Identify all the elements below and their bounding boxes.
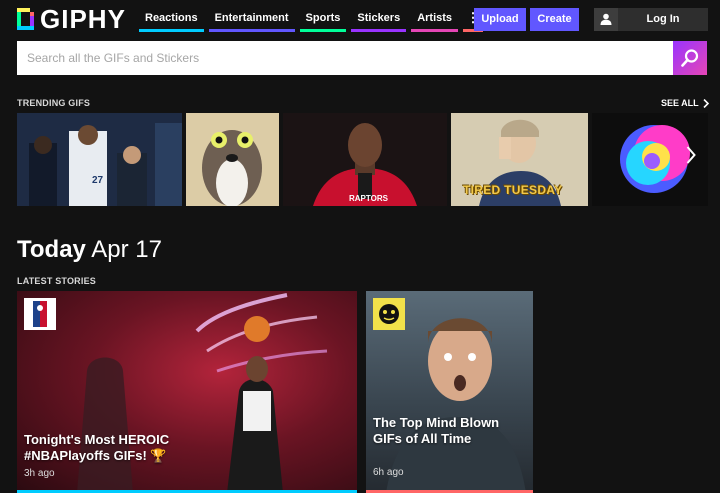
nba-logo-icon <box>24 298 56 330</box>
trending-gif[interactable]: 27 <box>17 113 182 206</box>
nav-stickers[interactable]: Stickers <box>351 8 407 32</box>
see-all-link[interactable]: SEE ALL <box>661 98 709 108</box>
trending-gif[interactable]: TIRED TUESDAY <box>451 113 588 206</box>
user-icon <box>594 8 618 31</box>
story-time: 3h ago <box>24 468 55 479</box>
today-label: Today <box>17 236 86 263</box>
latest-stories-label: LATEST STORIES <box>17 276 96 286</box>
search-input[interactable] <box>17 41 673 75</box>
trending-gif[interactable] <box>186 113 279 206</box>
story-time: 6h ago <box>373 467 404 478</box>
publisher-avatar-icon <box>373 298 405 330</box>
nav-label: Sports <box>305 12 341 24</box>
gif-image <box>186 113 279 206</box>
today-heading: Today Apr 17 <box>17 236 162 264</box>
nav-label: Entertainment <box>214 12 289 24</box>
login-label: Log In <box>646 13 680 25</box>
story-card[interactable]: Tonight's Most HEROIC #NBAPlayoffs GIFs!… <box>17 291 357 493</box>
nav-label: Reactions <box>145 12 198 24</box>
see-all-label: SEE ALL <box>661 98 699 108</box>
search-bar <box>17 41 673 75</box>
trending-label: TRENDING GIFS <box>17 98 91 108</box>
search-icon <box>681 49 699 67</box>
giphy-logo[interactable]: GIPHY <box>17 4 126 34</box>
nav-entertainment[interactable]: Entertainment <box>208 8 295 32</box>
svg-text:27: 27 <box>92 175 104 186</box>
search-button[interactable] <box>673 41 707 75</box>
story-title: Tonight's Most HEROIC #NBAPlayoffs GIFs!… <box>24 432 170 463</box>
main-nav: Reactions Entertainment Sports Stickers … <box>139 8 484 32</box>
nav-artists[interactable]: Artists <box>411 8 459 32</box>
giphy-logo-icon <box>17 8 34 30</box>
nav-reactions[interactable]: Reactions <box>139 8 204 32</box>
nav-label: Artists <box>417 12 453 24</box>
story-title: The Top Mind Blown GIFs of All Time <box>373 415 500 446</box>
carousel-next-icon[interactable] <box>686 146 696 169</box>
gif-caption: TIRED TUESDAY <box>463 183 563 197</box>
today-date: Apr 17 <box>91 236 162 263</box>
create-button[interactable]: Create <box>530 8 579 31</box>
nav-label: Stickers <box>357 12 401 24</box>
story-card[interactable]: The Top Mind Blown GIFs of All Time 6h a… <box>366 291 533 493</box>
login-button[interactable]: Log In <box>594 8 708 31</box>
gif-image: 27 <box>17 113 182 206</box>
nav-sports[interactable]: Sports <box>299 8 347 32</box>
upload-button[interactable]: Upload <box>474 8 526 31</box>
gif-image: RAPTORS <box>283 113 447 206</box>
logo-text: GIPHY <box>40 4 126 34</box>
trending-gif[interactable]: RAPTORS <box>283 113 447 206</box>
chevron-right-icon <box>703 98 709 108</box>
svg-text:RAPTORS: RAPTORS <box>349 194 389 203</box>
